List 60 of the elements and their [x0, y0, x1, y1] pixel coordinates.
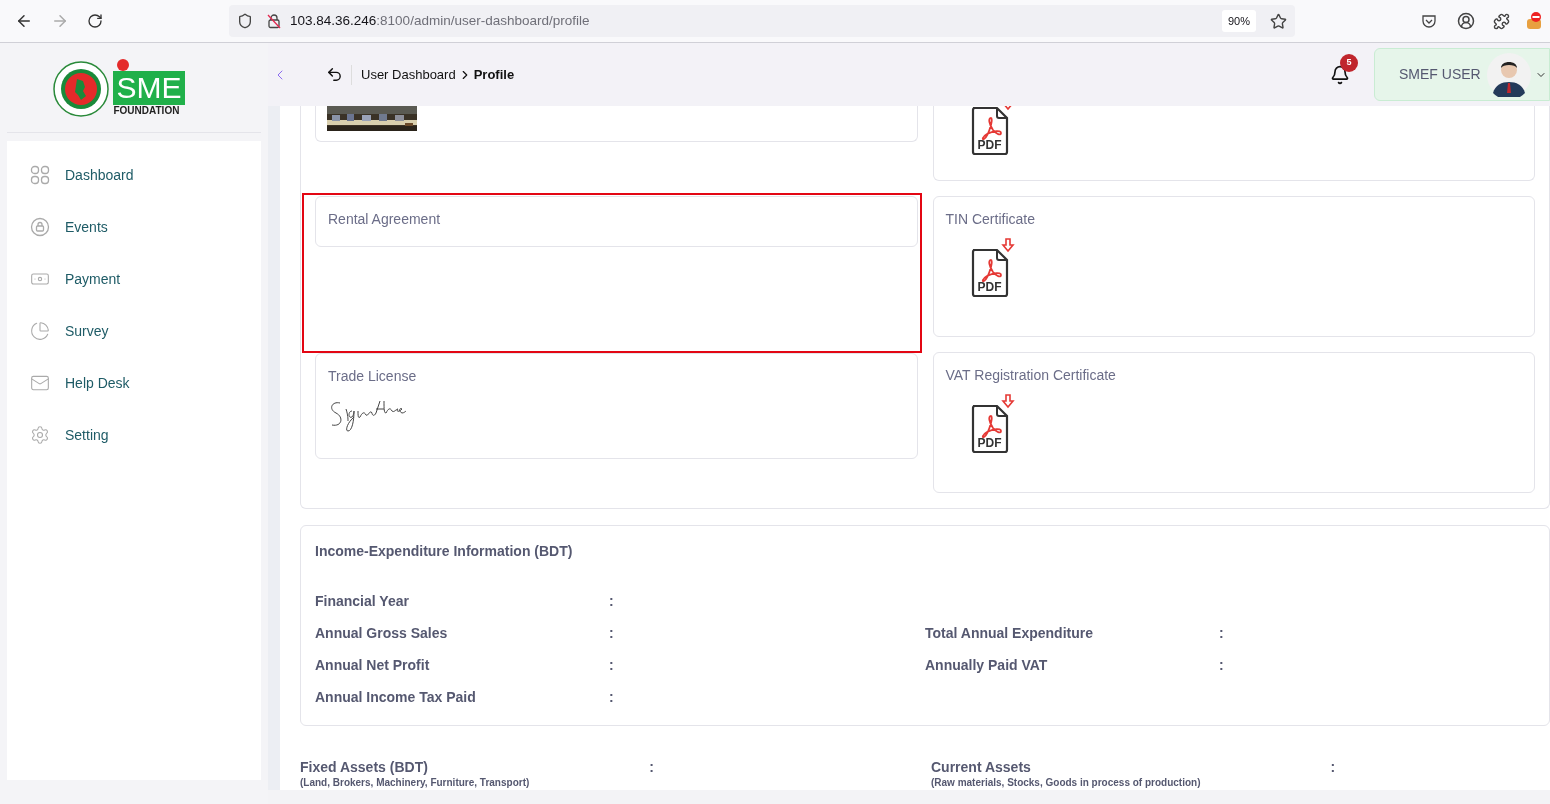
field-label: Financial Year [315, 591, 410, 611]
document-title: Trade License [328, 367, 418, 385]
sidebar-item[interactable]: Events [7, 201, 261, 253]
field-separator: : [1219, 623, 1224, 643]
breadcrumb-current: Profile [473, 65, 515, 84]
breadcrumb-link[interactable]: User Dashboard [361, 64, 456, 85]
lock-icon [30, 217, 50, 237]
field-label: Annual Gross Sales [315, 623, 449, 643]
address-bar[interactable]: 103.84.36.246:8100/admin/user-dashboard/profile 90% [229, 5, 1295, 37]
field-label: Annual Income Tax Paid [315, 687, 477, 707]
sidebar-item[interactable]: Payment [7, 253, 261, 305]
field-note: (Raw materials, Stocks, Goods in process of production) [931, 776, 1201, 790]
field-label: Total Annual Expenditure [925, 623, 1094, 643]
field-label: Annual Net Profit [315, 655, 431, 675]
lock-icon[interactable] [266, 13, 282, 29]
account-icon[interactable] [1457, 12, 1475, 30]
field-separator: : [609, 655, 614, 675]
field-label: Fixed Assets (BDT) [300, 758, 429, 776]
url-host: 103.84.36.246 [290, 11, 377, 30]
avatar-icon [1486, 52, 1531, 97]
document-title: VAT Registration Certificate [945, 366, 1117, 384]
pdf-label: PDF [977, 281, 1002, 293]
pdf-label: PDF [977, 139, 1002, 151]
field-separator: : [1219, 655, 1224, 675]
mail-icon [30, 373, 50, 393]
notification-bell-icon[interactable] [1330, 64, 1350, 85]
pie-chart-icon [30, 321, 50, 341]
field-label: Annually Paid VAT [925, 655, 1049, 675]
user-menu[interactable]: SMEF USER [1374, 48, 1550, 101]
emblem-icon [53, 60, 110, 117]
document-title: TIN Certificate [945, 210, 1036, 228]
sidebar-item[interactable]: Survey [7, 305, 261, 357]
field-note: (Land, Brokers, Machinery, Furniture, Transport) [300, 776, 530, 790]
field-separator: : [609, 591, 614, 611]
extensions-icon[interactable] [1493, 12, 1510, 30]
field-label: Current Assets [931, 758, 1032, 776]
document-title: Rental Agreement [328, 210, 442, 228]
field-separator: : [649, 758, 654, 777]
logo-subtitle: FOUNDATION [113, 104, 181, 117]
field-separator: : [609, 623, 614, 643]
notification-badge: 5 [1340, 53, 1358, 72]
pocket-icon[interactable] [1421, 13, 1437, 29]
sidebar-item[interactable]: Dashboard [7, 149, 261, 201]
back-icon[interactable] [326, 66, 343, 83]
field-separator: : [1330, 758, 1336, 777]
field-separator: : [609, 687, 614, 707]
shield-icon[interactable] [237, 13, 253, 29]
back-icon[interactable] [15, 12, 33, 30]
sidebar-item[interactable]: Help Desk [7, 357, 261, 409]
reload-icon[interactable] [87, 13, 103, 29]
url-path: :8100/admin/user-dashboard/profile [376, 11, 590, 30]
logo-text: SME [113, 70, 185, 105]
addon-icon[interactable] [1527, 12, 1541, 30]
section-title: Income-Expenditure Information (BDT) [315, 542, 574, 560]
pdf-label: PDF [977, 437, 1002, 449]
bookmark-star-icon[interactable] [1270, 12, 1287, 30]
grid-icon [30, 165, 50, 185]
sidebar-item[interactable]: Setting [7, 409, 261, 461]
zoom-level[interactable]: 90% [1221, 9, 1256, 33]
settings-icon [30, 425, 50, 445]
